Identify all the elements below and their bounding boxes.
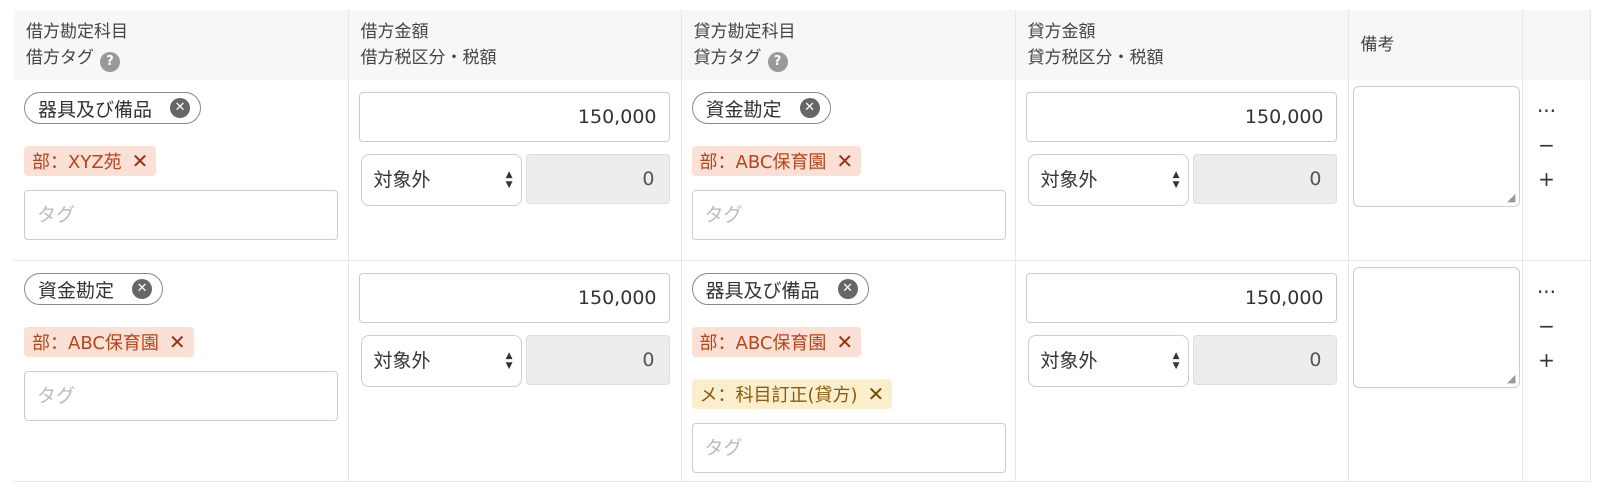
tax-category-value: 対象外 bbox=[373, 350, 431, 372]
note-cell: ◢ bbox=[1348, 260, 1523, 482]
header-credit-tag-label: 貸方タグ bbox=[693, 48, 762, 68]
tax-category-value: 対象外 bbox=[373, 169, 431, 191]
debit-account-label: 資金勘定 bbox=[38, 279, 115, 302]
debit-account-cell: 器具及び備品 ✕ 部：XYZ苑 ✕ タグ bbox=[14, 80, 349, 261]
table-header-row: 借方勘定科目 借方タグ? 借方金額 借方税区分・税額 貸方勘定科目 貸方タグ? … bbox=[14, 10, 1591, 80]
remove-tag-icon[interactable]: ✕ bbox=[169, 330, 186, 354]
credit-tag-input[interactable]: タグ bbox=[691, 423, 1006, 473]
journal-line-row: 資金勘定 ✕ 部：ABC保育園 ✕ タグ 150,000 対象外 ▲ ▼ 0 器具及び備… bbox=[14, 260, 1591, 482]
debit-tag-chip: 部：XYZ苑 ✕ bbox=[24, 146, 157, 176]
credit-tax-amount-input[interactable]: 0 bbox=[1192, 335, 1337, 385]
header-credit-account: 貸方勘定科目 貸方タグ? bbox=[681, 10, 1016, 80]
tag-label: メ：科目訂正(貸方) bbox=[699, 385, 858, 406]
debit-account-select[interactable]: 資金勘定 ✕ bbox=[24, 273, 164, 305]
tax-category-value: 対象外 bbox=[1040, 350, 1098, 372]
debit-tax-category-select[interactable]: 対象外 ▲ ▼ bbox=[360, 335, 522, 387]
credit-account-cell: 器具及び備品 ✕ 部：ABC保育園 ✕ メ：科目訂正(貸方) ✕ タグ bbox=[681, 260, 1016, 482]
credit-tax-amount-input[interactable]: 0 bbox=[1192, 154, 1337, 204]
row-ops-cell: ··· − + bbox=[1522, 260, 1591, 482]
select-arrows-icon: ▲ ▼ bbox=[1172, 351, 1180, 371]
tag-label: 部：ABC保育園 bbox=[699, 152, 827, 173]
debit-tax-amount-input[interactable]: 0 bbox=[525, 154, 670, 204]
header-debit-account-label: 借方勘定科目 bbox=[26, 22, 128, 42]
resize-grip-icon[interactable]: ◢ bbox=[1507, 191, 1515, 204]
debit-amount-input[interactable]: 150,000 bbox=[358, 273, 670, 323]
debit-tax-category-select[interactable]: 対象外 ▲ ▼ bbox=[360, 154, 522, 206]
header-debit-tag-label: 借方タグ bbox=[26, 48, 94, 68]
tax-category-value: 対象外 bbox=[1040, 169, 1098, 191]
clear-icon[interactable]: ✕ bbox=[799, 98, 820, 118]
header-debit-account: 借方勘定科目 借方タグ? bbox=[14, 10, 349, 80]
remove-row-icon[interactable]: − bbox=[1537, 309, 1557, 343]
note-textarea[interactable]: ◢ bbox=[1352, 86, 1520, 207]
header-debit-tax-label: 借方税区分・税額 bbox=[360, 48, 497, 68]
debit-tag-chip: 部：ABC保育園 ✕ bbox=[24, 327, 194, 357]
header-ops bbox=[1522, 10, 1591, 80]
more-options-icon[interactable]: ··· bbox=[1537, 94, 1557, 128]
tag-label: 部：XYZ苑 bbox=[32, 152, 122, 173]
resize-grip-icon[interactable]: ◢ bbox=[1507, 372, 1515, 385]
select-arrows-icon: ▲ ▼ bbox=[505, 170, 513, 190]
debit-tag-input[interactable]: タグ bbox=[24, 371, 338, 421]
journal-lines-table: 借方勘定科目 借方タグ? 借方金額 借方税区分・税額 貸方勘定科目 貸方タグ? … bbox=[14, 10, 1591, 482]
remove-tag-icon[interactable]: ✕ bbox=[868, 382, 885, 406]
credit-tax-category-select[interactable]: 対象外 ▲ ▼ bbox=[1027, 335, 1189, 387]
credit-account-select[interactable]: 器具及び備品 ✕ bbox=[691, 273, 869, 305]
credit-amount-input[interactable]: 150,000 bbox=[1025, 273, 1337, 323]
debit-account-label: 器具及び備品 bbox=[38, 98, 153, 121]
remove-row-icon[interactable]: − bbox=[1537, 128, 1557, 162]
header-credit-amount: 貸方金額 貸方税区分・税額 bbox=[1015, 10, 1349, 80]
remove-tag-icon[interactable]: ✕ bbox=[836, 149, 853, 173]
more-options-icon[interactable]: ··· bbox=[1537, 275, 1557, 309]
clear-icon[interactable]: ✕ bbox=[132, 279, 153, 299]
header-credit-account-label: 貸方勘定科目 bbox=[693, 22, 796, 42]
debit-tax-amount-input[interactable]: 0 bbox=[525, 335, 670, 385]
help-icon[interactable]: ? bbox=[100, 52, 120, 72]
help-icon[interactable]: ? bbox=[767, 52, 788, 72]
credit-amount-input[interactable]: 150,000 bbox=[1025, 92, 1337, 142]
tag-label: 部：ABC保育園 bbox=[32, 333, 159, 354]
credit-account-label: 資金勘定 bbox=[705, 98, 782, 121]
clear-icon[interactable]: ✕ bbox=[170, 98, 191, 118]
credit-tax-category-select[interactable]: 対象外 ▲ ▼ bbox=[1027, 154, 1189, 206]
remove-tag-icon[interactable]: ✕ bbox=[836, 330, 853, 354]
debit-account-cell: 資金勘定 ✕ 部：ABC保育園 ✕ タグ bbox=[14, 260, 349, 482]
tag-label: 部：ABC保育園 bbox=[699, 333, 827, 354]
header-debit-amount: 借方金額 借方税区分・税額 bbox=[348, 10, 682, 80]
header-note-label: 備考 bbox=[1360, 35, 1395, 55]
credit-amount-cell: 150,000 対象外 ▲ ▼ 0 bbox=[1015, 260, 1349, 482]
debit-tag-input[interactable]: タグ bbox=[24, 190, 338, 240]
debit-amount-cell: 150,000 対象外 ▲ ▼ 0 bbox=[348, 260, 682, 482]
header-note: 備考 bbox=[1348, 10, 1523, 80]
credit-tag-input[interactable]: タグ bbox=[691, 190, 1006, 240]
debit-account-select[interactable]: 器具及び備品 ✕ bbox=[24, 92, 202, 124]
credit-account-cell: 資金勘定 ✕ 部：ABC保育園 ✕ タグ bbox=[681, 80, 1016, 261]
debit-amount-input[interactable]: 150,000 bbox=[358, 92, 670, 142]
select-arrows-icon: ▲ ▼ bbox=[1172, 170, 1180, 190]
credit-amount-cell: 150,000 対象外 ▲ ▼ 0 bbox=[1015, 80, 1349, 261]
journal-lines-table-wrapper: 借方勘定科目 借方タグ? 借方金額 借方税区分・税額 貸方勘定科目 貸方タグ? … bbox=[14, 10, 1591, 499]
credit-account-select[interactable]: 資金勘定 ✕ bbox=[691, 92, 831, 124]
header-credit-amount-label: 貸方金額 bbox=[1027, 22, 1096, 42]
row-ops-cell: ··· − + bbox=[1522, 80, 1591, 261]
add-row-icon[interactable]: + bbox=[1537, 162, 1557, 196]
note-cell: ◢ bbox=[1348, 80, 1523, 261]
journal-line-row: 器具及び備品 ✕ 部：XYZ苑 ✕ タグ 150,000 対象外 ▲ ▼ 0 資金勘定 ✕ bbox=[14, 80, 1591, 261]
note-textarea[interactable]: ◢ bbox=[1352, 267, 1520, 388]
debit-amount-cell: 150,000 対象外 ▲ ▼ 0 bbox=[348, 80, 682, 261]
credit-account-label: 器具及び備品 bbox=[705, 279, 820, 302]
header-debit-amount-label: 借方金額 bbox=[360, 22, 429, 42]
select-arrows-icon: ▲ ▼ bbox=[505, 351, 513, 371]
credit-memo-tag-chip: メ：科目訂正(貸方) ✕ bbox=[691, 379, 893, 409]
add-row-icon[interactable]: + bbox=[1537, 343, 1557, 377]
credit-tag-chip: 部：ABC保育園 ✕ bbox=[691, 327, 862, 357]
remove-tag-icon[interactable]: ✕ bbox=[132, 149, 149, 173]
clear-icon[interactable]: ✕ bbox=[837, 279, 858, 299]
header-credit-tax-label: 貸方税区分・税額 bbox=[1027, 48, 1164, 68]
credit-tag-chip: 部：ABC保育園 ✕ bbox=[691, 146, 862, 176]
